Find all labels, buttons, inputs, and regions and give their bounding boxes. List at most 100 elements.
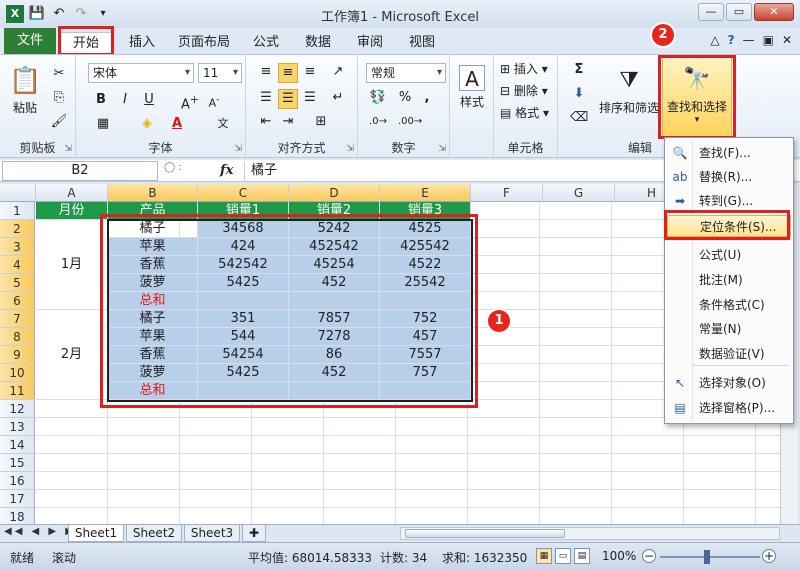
doc-restore-icon[interactable]: ▣	[763, 33, 774, 47]
tab-home[interactable]: 开始	[60, 32, 112, 54]
sort-filter-button[interactable]: ⧩ 排序和筛选	[598, 59, 660, 116]
row-header[interactable]: 2	[0, 220, 35, 238]
sales-cell[interactable]: 457	[380, 328, 471, 346]
menu-item[interactable]: 公式(U)	[667, 244, 791, 266]
header-cell[interactable]: 销量1	[198, 202, 289, 220]
sales-cell[interactable]	[289, 292, 380, 310]
month-cell[interactable]: 2月	[36, 310, 108, 400]
header-cell[interactable]: 销量2	[289, 202, 380, 220]
grow-font-icon[interactable]: A+	[180, 91, 200, 114]
new-sheet-icon[interactable]: ✚	[242, 525, 266, 542]
orientation-icon[interactable]: ↗	[328, 63, 348, 81]
product-cell[interactable]: 菠萝	[108, 274, 198, 292]
align-middle-icon[interactable]: ≡	[278, 63, 298, 83]
sales-cell[interactable]: 45254	[289, 256, 380, 274]
align-left-icon[interactable]: ☰	[256, 89, 276, 107]
column-header[interactable]: B	[108, 184, 198, 202]
autosum-icon[interactable]: Σ	[570, 61, 588, 79]
product-cell[interactable]: 菠萝	[108, 364, 198, 382]
column-header[interactable]: G	[543, 184, 615, 202]
underline-icon[interactable]: U	[138, 91, 160, 109]
fill-icon[interactable]: ⬇	[570, 85, 588, 103]
row-header[interactable]: 10	[0, 364, 35, 382]
paste-button[interactable]: 📋 粘贴	[6, 59, 44, 116]
row-header[interactable]: 3	[0, 238, 35, 256]
increase-decimal-icon[interactable]: .0→	[366, 113, 390, 131]
tab-data[interactable]: 数据	[298, 32, 338, 54]
row-header[interactable]: 13	[0, 418, 35, 436]
shrink-font-icon[interactable]: A-	[204, 91, 224, 113]
align-bottom-icon[interactable]: ≡	[300, 63, 320, 81]
format-cells-button[interactable]: ▤ 格式 ▾	[500, 103, 549, 123]
tab-review[interactable]: 审阅	[350, 32, 390, 54]
menu-item[interactable]: 条件格式(C)	[667, 294, 791, 316]
dialog-launcher-icon[interactable]: ⇲	[64, 144, 72, 154]
product-cell[interactable]: 总和	[108, 292, 198, 310]
zoom-slider-thumb[interactable]	[704, 550, 710, 564]
sales-cell[interactable]: 34568	[198, 220, 289, 238]
percent-icon[interactable]: %	[396, 89, 414, 107]
sales-cell[interactable]: 351	[198, 310, 289, 328]
zoom-slider[interactable]	[660, 556, 760, 558]
sales-cell[interactable]	[289, 382, 380, 400]
insert-cells-button[interactable]: ⊞ 插入 ▾	[500, 59, 548, 79]
font-size-combo[interactable]: 11	[198, 63, 242, 83]
worksheet-grid[interactable]: A B C D E F G H 1 2 3 4 5 6 7 8 9 10 11 …	[0, 184, 780, 524]
number-format-combo[interactable]: 常规	[366, 63, 446, 83]
align-right-icon[interactable]: ☰	[300, 89, 320, 107]
dialog-launcher-icon[interactable]: ⇲	[438, 144, 446, 154]
tab-view[interactable]: 视图	[402, 32, 442, 54]
horizontal-scrollbar[interactable]	[400, 527, 780, 540]
tab-insert[interactable]: 插入	[122, 32, 162, 54]
font-name-combo[interactable]: 宋体	[88, 63, 194, 83]
menu-item[interactable]: ab 替换(R)...	[667, 166, 791, 188]
sales-cell[interactable]: 4522	[380, 256, 471, 274]
product-cell[interactable]: 苹果	[108, 238, 198, 256]
product-cell[interactable]: 橘子	[108, 310, 198, 328]
sales-cell[interactable]: 5242	[289, 220, 380, 238]
zoom-in-icon[interactable]: +	[762, 549, 776, 563]
row-header[interactable]: 6	[0, 292, 35, 310]
row-header[interactable]: 16	[0, 472, 35, 490]
sales-cell[interactable]: 542542	[198, 256, 289, 274]
sales-cell[interactable]: 544	[198, 328, 289, 346]
decrease-decimal-icon[interactable]: .00→	[398, 113, 422, 131]
sales-cell[interactable]	[380, 292, 471, 310]
menu-item[interactable]: 常量(N)	[667, 318, 791, 340]
italic-icon[interactable]: I	[116, 91, 134, 109]
close-icon[interactable]: ✕	[754, 3, 794, 21]
decrease-indent-icon[interactable]: ⇤	[256, 113, 276, 131]
row-header[interactable]: 18	[0, 508, 35, 524]
sales-cell[interactable]: 424	[198, 238, 289, 256]
sales-cell[interactable]: 4525	[380, 220, 471, 238]
row-header[interactable]: 8	[0, 328, 35, 346]
sales-cell[interactable]	[198, 382, 289, 400]
row-header[interactable]: 4	[0, 256, 35, 274]
row-header[interactable]: 11	[0, 382, 35, 400]
formula-input[interactable]: 橘子	[244, 161, 664, 181]
page-layout-view-icon[interactable]: ▭	[555, 548, 571, 564]
sales-cell[interactable]: 7278	[289, 328, 380, 346]
column-header[interactable]: A	[36, 184, 108, 202]
name-box[interactable]: B2	[2, 161, 158, 181]
select-all-corner[interactable]	[0, 184, 36, 202]
help-icon[interactable]: ?	[728, 33, 735, 47]
header-cell[interactable]: 产品	[108, 202, 198, 220]
format-painter-icon[interactable]: 🖌	[50, 113, 68, 131]
minimize-icon[interactable]: —	[698, 3, 724, 21]
column-header[interactable]: D	[289, 184, 380, 202]
delete-cells-button[interactable]: ⊟ 删除 ▾	[500, 81, 548, 101]
menu-item[interactable]: ▤ 选择窗格(P)...	[667, 397, 791, 419]
tab-page-layout[interactable]: 页面布局	[172, 32, 236, 54]
row-header[interactable]: 5	[0, 274, 35, 292]
sheet-tab-sheet2[interactable]: Sheet2	[126, 525, 182, 542]
borders-icon[interactable]: ▦	[92, 115, 114, 133]
sales-cell[interactable]: 7857	[289, 310, 380, 328]
menu-item[interactable]: ↖ 选择对象(O)	[667, 372, 791, 394]
product-cell[interactable]: 橘子	[108, 220, 198, 238]
row-header[interactable]: 12	[0, 400, 35, 418]
sales-cell[interactable]: 452542	[289, 238, 380, 256]
currency-icon[interactable]: 💱	[366, 89, 390, 107]
menu-item[interactable]: 🔍 查找(F)...	[667, 142, 791, 164]
sales-cell[interactable]	[380, 382, 471, 400]
